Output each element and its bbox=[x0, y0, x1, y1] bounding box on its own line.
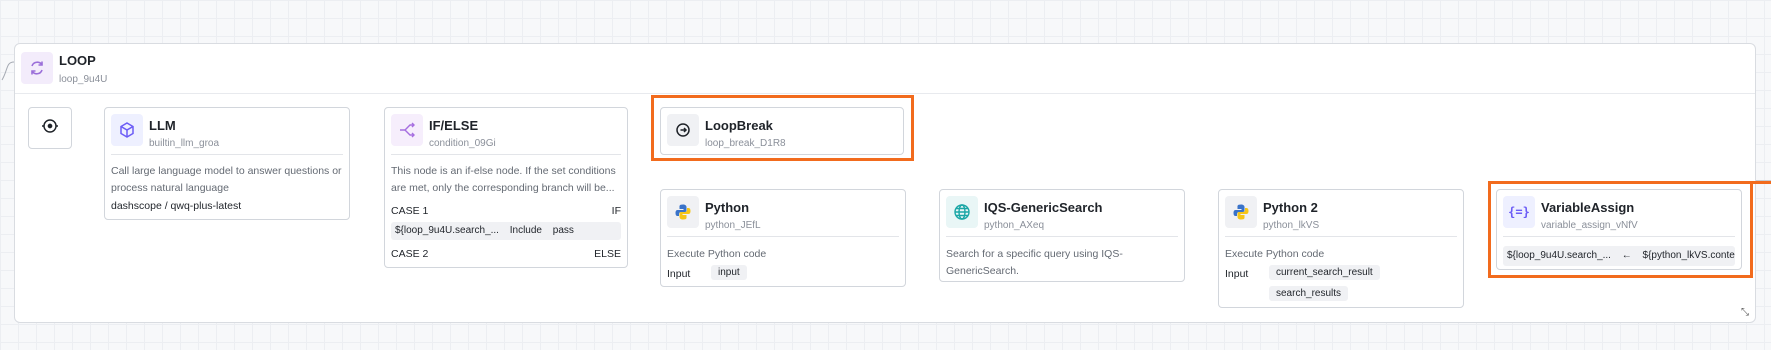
python-id: python_JEfL bbox=[705, 220, 761, 231]
resize-icon[interactable]: ⤡ bbox=[1741, 307, 1749, 318]
varassign-node[interactable]: {=} VariableAssign variable_assign_vNfV … bbox=[1496, 189, 1742, 270]
loop-start-icon bbox=[41, 117, 59, 140]
llm-description: Call large language model to answer ques… bbox=[111, 165, 342, 194]
iqs-divider bbox=[946, 236, 1178, 237]
llm-id: builtin_llm_groa bbox=[149, 138, 220, 149]
python2-input-chip-2[interactable]: search_results bbox=[1269, 286, 1349, 301]
ifelse-description: This node is an if-else node. If the set… bbox=[391, 165, 616, 194]
ifelse-id: condition_09Gi bbox=[429, 138, 496, 149]
python-icon bbox=[1225, 196, 1257, 228]
varassign-id: variable_assign_vNfV bbox=[1541, 220, 1638, 231]
loop-arrows-icon bbox=[21, 52, 53, 84]
loopbreak-id: loop_break_D1R8 bbox=[705, 138, 786, 149]
loop-id: loop_9u4U bbox=[59, 74, 108, 85]
loopbreak-node[interactable]: LoopBreak loop_break_D1R8 bbox=[660, 107, 904, 155]
python-input-chip[interactable]: input bbox=[711, 265, 747, 280]
case2-branch: ELSE bbox=[594, 248, 621, 260]
python2-title: Python 2 bbox=[1263, 200, 1318, 215]
edge-into-loop bbox=[1, 61, 15, 81]
case1-operator: Include bbox=[509, 225, 542, 236]
python-title: Python bbox=[705, 200, 750, 215]
globe-icon bbox=[946, 196, 978, 228]
case1-variable: ${loop_9u4U.search_... bbox=[395, 225, 499, 236]
case1-value: pass bbox=[552, 225, 574, 236]
braces-equals-icon: {=} bbox=[1503, 196, 1535, 228]
loop-header: LOOP loop_9u4U bbox=[15, 44, 1755, 94]
loop-start-node[interactable] bbox=[28, 107, 72, 149]
assign-expression[interactable]: ${loop_9u4U.search_... ← ${python_lkVS.c… bbox=[1503, 246, 1735, 266]
case1-row: CASE 1 IF bbox=[391, 205, 621, 217]
ifelse-title: IF/ELSE bbox=[429, 118, 479, 133]
loopbreak-title: LoopBreak bbox=[705, 118, 773, 133]
iqs-id: python_AXeq bbox=[984, 220, 1045, 231]
python2-divider bbox=[1225, 236, 1457, 237]
case2-row: CASE 2 ELSE bbox=[391, 248, 621, 260]
python2-id: python_lkVS bbox=[1263, 220, 1320, 231]
varassign-title: VariableAssign bbox=[1541, 200, 1635, 215]
ifelse-node[interactable]: IF/ELSE condition_09Gi This node is an i… bbox=[384, 107, 628, 268]
cube-icon bbox=[111, 114, 143, 146]
python-divider bbox=[667, 236, 899, 237]
ifelse-divider bbox=[391, 154, 621, 155]
llm-title: LLM bbox=[149, 118, 176, 133]
branch-icon bbox=[391, 114, 423, 146]
case1-label: CASE 1 bbox=[391, 205, 429, 217]
python-description: Execute Python code bbox=[667, 248, 767, 260]
iqs-node[interactable]: IQS-GenericSearch python_AXeq Search for… bbox=[939, 189, 1185, 282]
python2-input-chip-1[interactable]: current_search_result bbox=[1269, 265, 1380, 280]
python-input-label: Input bbox=[667, 268, 691, 280]
loop-title: LOOP bbox=[59, 53, 96, 68]
python2-input-label: Input bbox=[1225, 268, 1249, 280]
llm-divider bbox=[111, 154, 343, 155]
llm-model: dashscope / qwq-plus-latest bbox=[111, 200, 242, 212]
python-icon bbox=[667, 196, 699, 228]
case1-condition[interactable]: ${loop_9u4U.search_... Include pass bbox=[391, 222, 621, 240]
llm-node[interactable]: LLM builtin_llm_groa Call large language… bbox=[104, 107, 350, 220]
case2-label: CASE 2 bbox=[391, 248, 429, 260]
python2-node[interactable]: Python 2 python_lkVS Execute Python code… bbox=[1218, 189, 1464, 308]
assign-left: ${loop_9u4U.search_... bbox=[1507, 250, 1611, 261]
varassign-divider bbox=[1503, 236, 1735, 237]
assign-right: ${python_lkVS.conte... bbox=[1642, 250, 1735, 261]
python-node[interactable]: Python python_JEfL Execute Python code I… bbox=[660, 189, 906, 287]
iqs-description: Search for a specific query using IQS-Ge… bbox=[946, 248, 1123, 277]
assign-arrow: ← bbox=[1621, 250, 1632, 261]
loop-break-icon bbox=[667, 114, 699, 146]
python2-description: Execute Python code bbox=[1225, 248, 1325, 260]
case1-branch: IF bbox=[611, 205, 621, 217]
iqs-title: IQS-GenericSearch bbox=[984, 200, 1103, 215]
